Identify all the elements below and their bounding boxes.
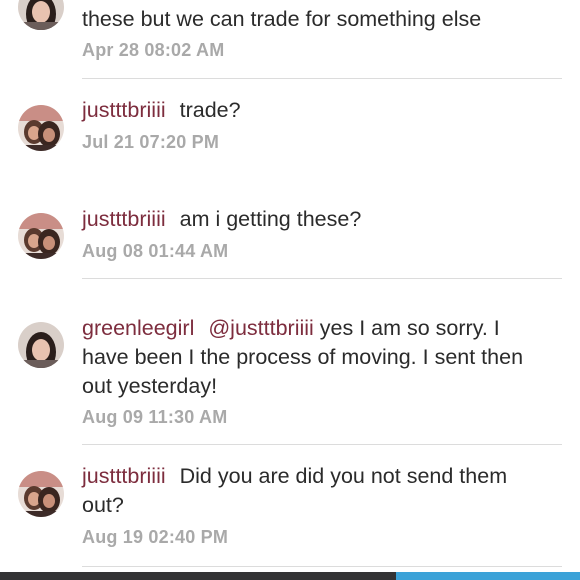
comment-timestamp: Aug 08 01:44 AM bbox=[82, 241, 229, 261]
avatar-justttbriiii-icon bbox=[18, 213, 64, 259]
comment-mention[interactable]: @justttbriiii bbox=[208, 316, 313, 340]
comment-text: justttbriiii trade? bbox=[82, 96, 552, 125]
comment-timestamp: Apr 28 08:02 AM bbox=[82, 40, 225, 60]
divider bbox=[82, 566, 562, 567]
comment-message: trade? bbox=[179, 98, 241, 122]
comment-text: greenleegirl @justttbriiii yes I am so s… bbox=[82, 314, 552, 401]
divider bbox=[82, 78, 562, 79]
avatar-justttbriiii-icon bbox=[18, 105, 64, 151]
avatar[interactable] bbox=[18, 213, 64, 259]
avatar[interactable] bbox=[18, 322, 64, 368]
comment-timestamp: Aug 19 02:40 PM bbox=[82, 527, 229, 547]
avatar-greenleegirl-icon bbox=[18, 0, 64, 30]
comment-username[interactable]: justttbriiii bbox=[82, 207, 166, 231]
comment-username[interactable]: justttbriiii bbox=[82, 98, 166, 122]
comment-username[interactable]: greenleegirl bbox=[82, 316, 194, 340]
comment-text: justttbriiii Did you are did you not sen… bbox=[82, 462, 552, 520]
avatar[interactable] bbox=[18, 0, 64, 30]
comment-message: am i getting these? bbox=[179, 207, 362, 231]
avatar[interactable] bbox=[18, 105, 64, 151]
avatar[interactable] bbox=[18, 471, 64, 517]
comment-username[interactable]: justttbriiii bbox=[82, 464, 166, 488]
avatar-greenleegirl-icon bbox=[18, 322, 64, 368]
comment-timestamp: Jul 21 07:20 PM bbox=[82, 132, 220, 152]
bottom-bar-dark bbox=[0, 572, 396, 580]
divider bbox=[82, 278, 562, 279]
comment-message: these but we can trade for something els… bbox=[82, 7, 482, 31]
avatar-justttbriiii-icon bbox=[18, 471, 64, 517]
comment-text: justttbriiii am i getting these? bbox=[82, 205, 552, 234]
comments-screen: these but we can trade for something els… bbox=[0, 0, 580, 580]
comment-timestamp: Aug 09 11:30 AM bbox=[82, 407, 228, 427]
divider bbox=[82, 444, 562, 445]
bottom-bar-accent[interactable] bbox=[396, 572, 580, 580]
comment-text: these but we can trade for something els… bbox=[82, 5, 552, 34]
